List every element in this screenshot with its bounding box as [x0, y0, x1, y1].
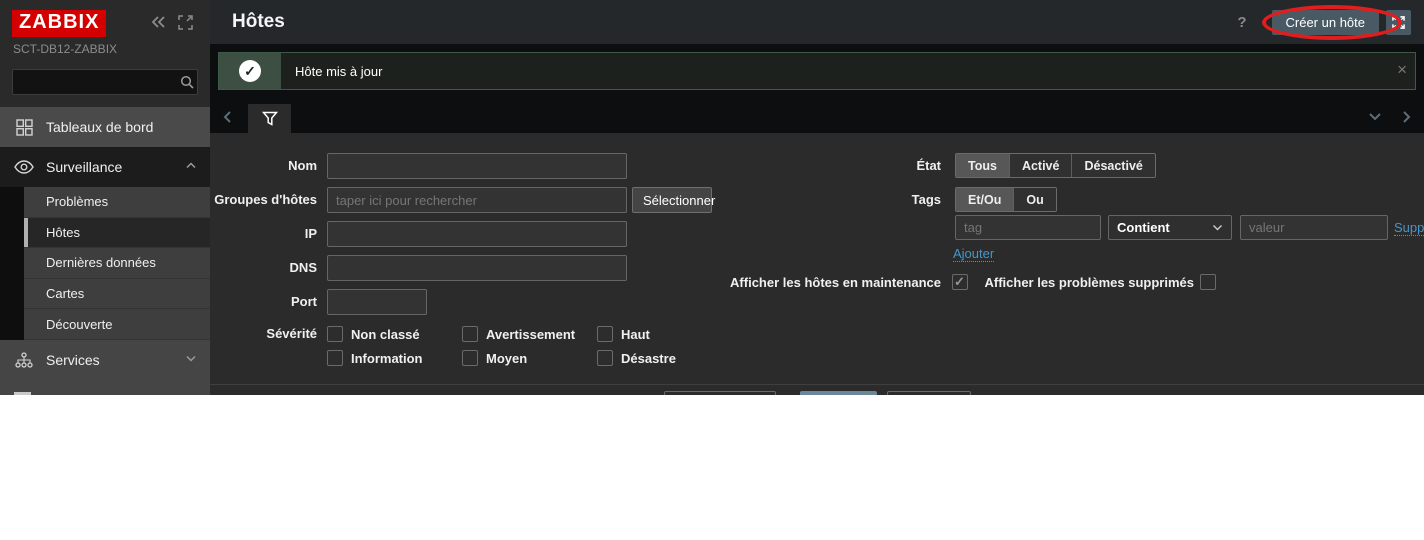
- port-label: Port: [210, 289, 317, 315]
- success-message-bar: ✓ Hôte mis à jour ×: [218, 52, 1416, 90]
- sidebar-item-services[interactable]: Services: [0, 340, 210, 395]
- ip-input[interactable]: [327, 221, 627, 247]
- severity-option-label[interactable]: Moyen: [486, 350, 527, 367]
- filter-tab[interactable]: [248, 104, 291, 133]
- page: ZABBIX SCT-DB12-ZABBIX: [0, 0, 1424, 540]
- collapse-sidebar-icon[interactable]: [150, 13, 168, 31]
- sidebar-item-label: Problèmes: [46, 194, 108, 209]
- main-area: Hôtes ? Créer un hôte ✓ Hôte mis à jour …: [210, 0, 1424, 395]
- check-circle-icon: ✓: [239, 60, 261, 82]
- tag-value-input[interactable]: [1240, 215, 1388, 240]
- sidebar-item-label: Surveillance: [46, 159, 122, 175]
- collapse-filter-icon[interactable]: [1368, 112, 1382, 121]
- host-groups-label: Groupes d'hôtes: [210, 187, 317, 213]
- sidebar-item-monitoring[interactable]: Surveillance: [0, 147, 210, 187]
- sidebar-item-label: Cartes: [46, 286, 84, 301]
- sidebar-item-label: Hôtes: [46, 225, 80, 240]
- tag-logic-andor[interactable]: Et/Ou: [956, 188, 1013, 211]
- sidebar-item-label: Dernières données: [46, 255, 156, 270]
- help-icon[interactable]: ?: [1237, 14, 1246, 31]
- remove-tag-link[interactable]: Supprimer: [1394, 220, 1424, 236]
- severity-option-label[interactable]: Haut: [621, 326, 650, 343]
- tab-next-icon[interactable]: [1402, 110, 1412, 124]
- status-option-enabled[interactable]: Activé: [1009, 154, 1072, 177]
- search-icon[interactable]: [177, 75, 197, 89]
- zabbix-logo[interactable]: ZABBIX: [12, 10, 106, 37]
- status-option-all[interactable]: Tous: [956, 154, 1009, 177]
- filter-panel: Nom Groupes d'hôtes Sélectionner IP DNS …: [210, 133, 1424, 395]
- name-label: Nom: [210, 153, 317, 179]
- severity-option-label[interactable]: Avertissement: [486, 326, 575, 343]
- apply-filter-button[interactable]: [800, 391, 877, 395]
- port-input[interactable]: [327, 289, 427, 315]
- funnel-icon: [262, 111, 278, 126]
- partial-nav-icon: [14, 392, 31, 395]
- success-icon-box: ✓: [219, 53, 281, 89]
- sitemap-icon: [14, 352, 34, 368]
- tag-logic-segmented-control: Et/Ou Ou: [955, 187, 1057, 212]
- severity-option-label[interactable]: Non classé: [351, 326, 420, 343]
- severity-label: Sévérité: [210, 321, 317, 347]
- severity-checkbox-average[interactable]: [462, 350, 478, 366]
- severity-option-label[interactable]: Désastre: [621, 350, 676, 367]
- chevron-down-icon: [1212, 224, 1223, 231]
- severity-checkbox-warning[interactable]: [462, 326, 478, 342]
- name-input[interactable]: [327, 153, 627, 179]
- host-groups-input[interactable]: [327, 187, 627, 213]
- dns-input[interactable]: [327, 255, 627, 281]
- tag-logic-or[interactable]: Ou: [1013, 188, 1055, 211]
- server-name: SCT-DB12-ZABBIX: [13, 42, 117, 56]
- status-segmented-control: Tous Activé Désactivé: [955, 153, 1156, 178]
- sidebar-search-input[interactable]: [13, 75, 177, 90]
- close-icon[interactable]: ×: [1397, 61, 1407, 78]
- page-header: Hôtes ? Créer un hôte: [210, 0, 1424, 44]
- sidebar-item-discovery[interactable]: Découverte: [24, 309, 210, 340]
- save-filter-button[interactable]: [664, 391, 776, 395]
- severity-checkbox-not-classified[interactable]: [327, 326, 343, 342]
- severity-option-label[interactable]: Information: [351, 350, 423, 367]
- dashboard-icon: [14, 119, 34, 136]
- sidebar-item-label: Découverte: [46, 317, 112, 332]
- dns-label: DNS: [210, 255, 317, 281]
- sidebar-item-problems[interactable]: Problèmes: [24, 187, 210, 218]
- add-tag-link[interactable]: Ajouter: [953, 246, 994, 262]
- sidebar-item-label: Tableaux de bord: [46, 119, 153, 135]
- select-button[interactable]: Sélectionner: [632, 187, 712, 213]
- sidebar-item-hosts[interactable]: Hôtes: [24, 218, 210, 249]
- zabbix-app: ZABBIX SCT-DB12-ZABBIX: [0, 0, 1424, 395]
- sidebar-item-latest-data[interactable]: Dernières données: [24, 248, 210, 279]
- monitoring-submenu: Problèmes Hôtes Dernières données Cartes…: [0, 187, 210, 340]
- suppressed-label: Afficher les problèmes supprimés: [894, 274, 1194, 291]
- reset-filter-button[interactable]: [887, 391, 971, 395]
- sidebar-item-maps[interactable]: Cartes: [24, 279, 210, 310]
- sidebar: ZABBIX SCT-DB12-ZABBIX: [0, 0, 210, 395]
- sidebar-search: [12, 69, 198, 95]
- status-option-disabled[interactable]: Désactivé: [1071, 154, 1154, 177]
- severity-checkbox-information[interactable]: [327, 350, 343, 366]
- sidebar-nav: Tableaux de bord Surveillance Problèmes …: [0, 107, 210, 395]
- eye-icon: [14, 160, 34, 174]
- page-title: Hôtes: [232, 0, 285, 44]
- suppressed-checkbox[interactable]: [1200, 274, 1216, 290]
- tag-name-input[interactable]: [955, 215, 1101, 240]
- expand-sidebar-icon[interactable]: [176, 13, 194, 31]
- filter-tabbar: [210, 104, 1424, 133]
- tag-operator-select[interactable]: Contient: [1108, 215, 1232, 240]
- ip-label: IP: [210, 221, 317, 247]
- kiosk-mode-icon[interactable]: [1386, 10, 1411, 35]
- sidebar-item-label: Services: [46, 352, 100, 368]
- panel-divider: [210, 384, 1424, 385]
- chevron-down-icon: [186, 355, 196, 362]
- success-message-text: Hôte mis à jour: [281, 53, 382, 89]
- tab-prev-icon[interactable]: [222, 110, 232, 124]
- sidebar-item-dashboards[interactable]: Tableaux de bord: [0, 107, 210, 147]
- tags-label: Tags: [741, 187, 941, 213]
- status-label: État: [741, 153, 941, 179]
- tag-operator-value: Contient: [1117, 220, 1212, 235]
- severity-checkbox-high[interactable]: [597, 326, 613, 342]
- severity-checkbox-disaster[interactable]: [597, 350, 613, 366]
- create-host-button[interactable]: Créer un hôte: [1272, 10, 1380, 35]
- chevron-up-icon: [186, 162, 196, 169]
